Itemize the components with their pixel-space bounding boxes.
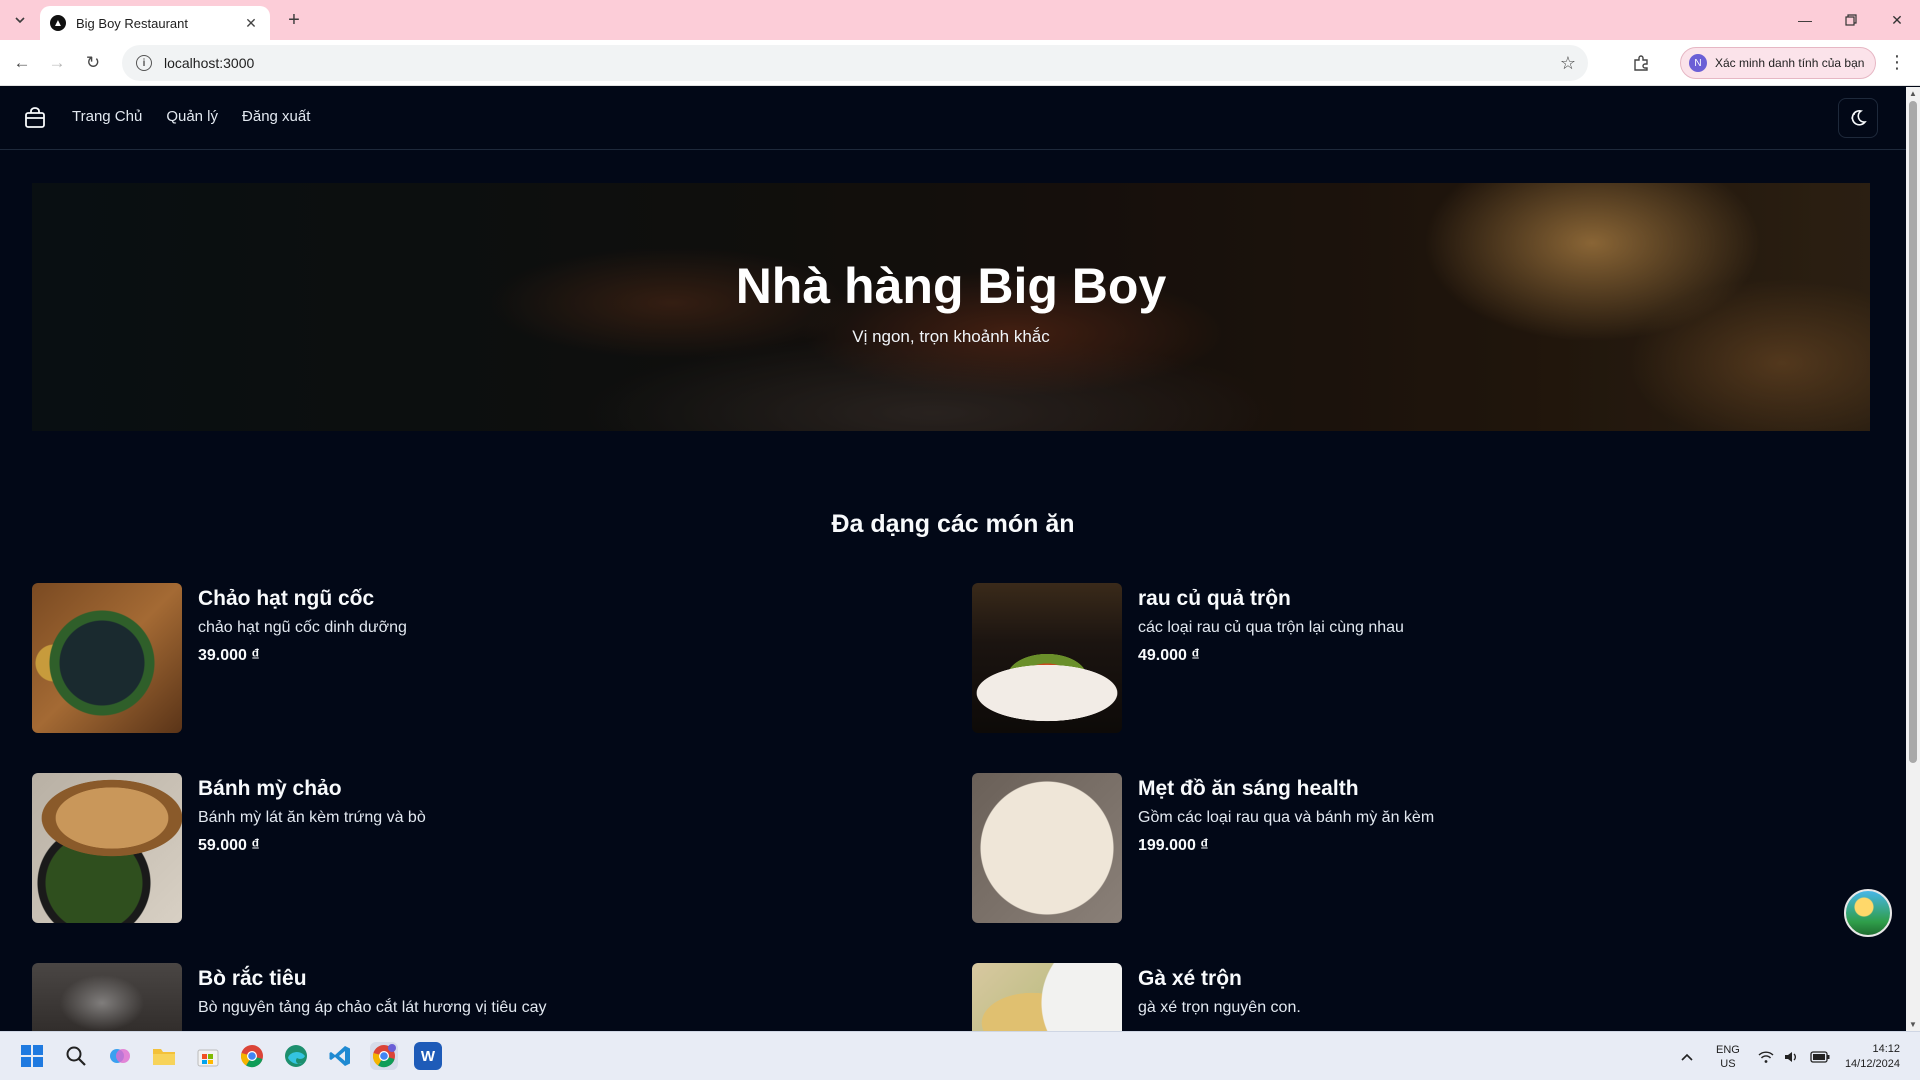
dish-description: Bánh mỳ lát ăn kèm trứng và bò xyxy=(198,809,426,826)
dish-image xyxy=(972,583,1122,733)
dish-card[interactable]: Mẹt đồ ăn sáng health Gồm các loại rau q… xyxy=(972,773,1872,923)
dish-description: gà xé trọn nguyên con. xyxy=(1138,999,1301,1016)
moon-icon xyxy=(1851,110,1867,126)
url-text[interactable]: localhost:3000 xyxy=(164,55,1560,71)
word-icon[interactable]: W xyxy=(414,1042,442,1070)
dish-card[interactable]: Chảo hạt ngũ cốc chảo hạt ngũ cốc dinh d… xyxy=(32,583,932,733)
dish-name: Chảo hạt ngũ cốc xyxy=(198,587,375,610)
dish-description: chảo hạt ngũ cốc dinh dưỡng xyxy=(198,619,407,636)
wifi-icon xyxy=(1758,1050,1774,1063)
nav-link-manage[interactable]: Quản lý xyxy=(166,108,218,125)
dish-price: 59.000 ₫ xyxy=(198,837,260,854)
lang-bottom: US xyxy=(1720,1057,1736,1070)
store-icon[interactable] xyxy=(194,1042,222,1070)
clock[interactable]: 14:12 14/12/2024 xyxy=(1838,1032,1900,1080)
dish-image xyxy=(32,773,182,923)
dish-description: Bò nguyên tảng áp chảo cắt lát hương vị … xyxy=(198,999,547,1016)
dish-price: 39.000 ₫ xyxy=(198,647,260,664)
scroll-up-icon[interactable]: ▲ xyxy=(1909,89,1917,98)
new-tab-icon[interactable]: + xyxy=(282,8,306,32)
dish-card[interactable]: Bánh mỳ chảo Bánh mỳ lát ăn kèm trứng và… xyxy=(32,773,932,923)
bookmark-star-icon[interactable]: ☆ xyxy=(1560,53,1576,74)
profile-avatar: N xyxy=(1689,54,1707,72)
profile-button[interactable]: N Xác minh danh tính của bạn xyxy=(1680,47,1876,79)
show-hidden-icons[interactable] xyxy=(1680,1032,1694,1080)
taskbar: W ENG US 14:12 14/12/2024 xyxy=(0,1031,1920,1080)
dish-price: 199.000 ₫ xyxy=(1138,837,1209,854)
edge-icon[interactable] xyxy=(282,1042,310,1070)
dish-image xyxy=(32,583,182,733)
tab-search-icon[interactable] xyxy=(8,8,32,32)
browser-menu-icon[interactable]: ⋮ xyxy=(1886,52,1908,73)
dish-name: rau củ quả trộn xyxy=(1138,587,1291,610)
tab-title: Big Boy Restaurant xyxy=(76,15,189,31)
scroll-thumb[interactable] xyxy=(1909,101,1917,763)
file-explorer-icon[interactable] xyxy=(150,1042,178,1070)
back-icon[interactable]: ← xyxy=(9,50,35,76)
dish-description: các loại rau củ qua trộn lại cùng nhau xyxy=(1138,619,1404,636)
profile-label: Xác minh danh tính của bạn xyxy=(1715,56,1865,70)
extensions-icon[interactable] xyxy=(1630,52,1652,74)
page-viewport: Trang Chủ Quản lý Đăng xuất Nhà hàng Big… xyxy=(0,87,1906,1031)
search-icon[interactable] xyxy=(62,1042,90,1070)
address-bar[interactable]: i localhost:3000 ☆ xyxy=(122,45,1588,81)
favicon-icon: ▲ xyxy=(50,15,66,31)
forward-icon[interactable]: → xyxy=(44,50,70,76)
dish-card[interactable]: rau củ quả trộn các loại rau củ qua trộn… xyxy=(972,583,1872,733)
close-tab-icon[interactable]: ✕ xyxy=(242,15,260,32)
dish-name: Mẹt đồ ăn sáng health xyxy=(1138,777,1359,800)
word-icon-label: W xyxy=(420,1047,436,1065)
browser-tab-bar: ▲ Big Boy Restaurant ✕ + — ✕ xyxy=(0,0,1920,40)
dish-image xyxy=(972,773,1122,923)
scroll-down-icon[interactable]: ▼ xyxy=(1909,1020,1917,1029)
copilot-icon[interactable] xyxy=(106,1042,134,1070)
dish-price: 49.000 ₫ xyxy=(1138,647,1200,664)
theme-toggle-button[interactable] xyxy=(1838,98,1878,138)
clock-date: 14/12/2024 xyxy=(1844,1057,1900,1070)
dish-name: Bò rắc tiêu xyxy=(198,967,307,990)
dish-card[interactable]: Gà xé trộn gà xé trọn nguyên con. xyxy=(972,963,1872,1031)
browser-toolbar: ← → ↻ i localhost:3000 ☆ N Xác minh danh… xyxy=(0,40,1920,86)
chrome-profile-icon[interactable] xyxy=(370,1042,398,1070)
lang-top: ENG xyxy=(1716,1043,1740,1056)
dish-name: Bánh mỳ chảo xyxy=(198,777,342,800)
volume-icon xyxy=(1785,1051,1796,1062)
floating-assistant-avatar[interactable] xyxy=(1844,889,1892,937)
hero-title: Nhà hàng Big Boy xyxy=(735,258,1167,314)
main-nav: Trang Chủ Quản lý Đăng xuất xyxy=(72,108,310,125)
vscode-icon[interactable] xyxy=(326,1042,354,1070)
chrome-icon[interactable] xyxy=(238,1042,266,1070)
shopping-bag-icon[interactable] xyxy=(24,107,46,129)
nav-link-logout[interactable]: Đăng xuất xyxy=(242,108,310,125)
nav-link-home[interactable]: Trang Chủ xyxy=(72,108,142,125)
site-header: Trang Chủ Quản lý Đăng xuất xyxy=(0,87,1906,150)
language-indicator[interactable]: ENG US xyxy=(1716,1032,1740,1080)
hero-subtitle: Vị ngon, trọn khoảnh khắc xyxy=(852,327,1050,346)
restore-icon[interactable] xyxy=(1828,0,1874,40)
dish-image xyxy=(32,963,182,1031)
dish-name: Gà xé trộn xyxy=(1138,967,1242,990)
dish-image xyxy=(972,963,1122,1031)
system-tray-icons[interactable] xyxy=(1758,1032,1830,1080)
reload-icon[interactable]: ↻ xyxy=(80,50,106,76)
section-title: Đa dạng các món ăn xyxy=(831,510,1075,538)
dish-card[interactable]: Bò rắc tiêu Bò nguyên tảng áp chảo cắt l… xyxy=(32,963,932,1031)
hero-banner: Nhà hàng Big Boy Vị ngon, trọn khoảnh kh… xyxy=(32,183,1870,431)
clock-time: 14:12 xyxy=(1872,1042,1900,1055)
minimize-icon[interactable]: — xyxy=(1782,0,1828,40)
browser-tab[interactable]: ▲ Big Boy Restaurant ✕ xyxy=(40,6,270,40)
dish-description: Gồm các loại rau qua và bánh mỳ ăn kèm xyxy=(1138,809,1435,826)
page-scrollbar[interactable]: ▲ ▼ xyxy=(1906,87,1920,1031)
close-window-icon[interactable]: ✕ xyxy=(1874,0,1920,40)
site-info-icon[interactable]: i xyxy=(136,55,152,71)
windows-start-icon[interactable] xyxy=(18,1042,46,1070)
battery-icon xyxy=(1810,1050,1830,1063)
